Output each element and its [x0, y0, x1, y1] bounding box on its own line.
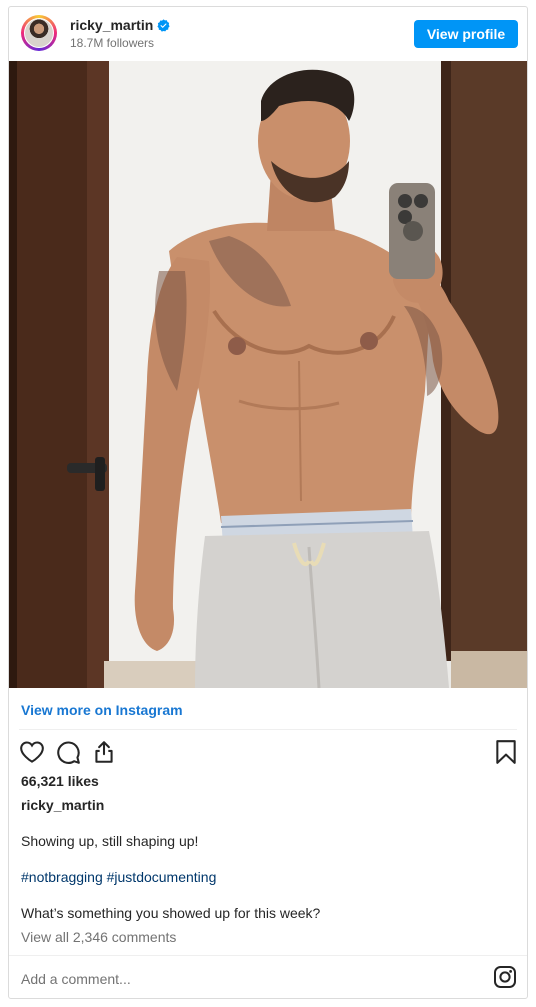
username-row: ricky_martin	[70, 17, 170, 33]
verified-icon	[157, 18, 170, 32]
avatar[interactable]	[21, 15, 57, 51]
post-actions	[19, 739, 519, 769]
caption-username[interactable]: ricky_martin	[21, 797, 104, 813]
avatar-image	[24, 18, 54, 48]
heart-icon[interactable]	[19, 739, 45, 765]
username-link[interactable]: ricky_martin	[70, 17, 153, 33]
follower-count: 18.7M followers	[70, 36, 155, 50]
divider	[19, 729, 517, 730]
comment-icon[interactable]	[55, 739, 81, 765]
caption-question: What’s something you showed up for this …	[21, 905, 321, 921]
view-more-on-instagram-link[interactable]: View more on Instagram	[21, 702, 183, 718]
bookmark-icon[interactable]	[493, 739, 519, 765]
view-profile-button[interactable]: View profile	[414, 20, 518, 48]
caption-hashtags[interactable]: #notbragging #justdocumenting	[21, 869, 216, 885]
divider	[9, 955, 527, 956]
view-all-comments-link[interactable]: View all 2,346 comments	[21, 929, 176, 945]
add-comment-input[interactable]: Add a comment...	[21, 971, 131, 987]
like-count[interactable]: 66,321 likes	[21, 773, 99, 789]
instagram-icon[interactable]	[493, 965, 517, 989]
post-photo-illustration	[9, 61, 527, 688]
caption-text: Showing up, still shaping up!	[21, 833, 199, 849]
post-header: ricky_martin 18.7M followers View profil…	[9, 7, 527, 61]
post-photo[interactable]	[9, 61, 527, 688]
instagram-embed-card: ricky_martin 18.7M followers View profil…	[8, 6, 528, 999]
share-icon[interactable]	[91, 739, 117, 765]
